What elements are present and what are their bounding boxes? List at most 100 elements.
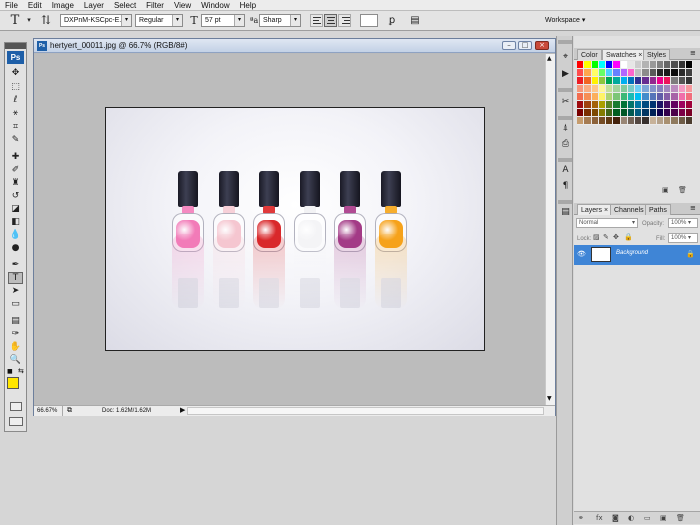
trash-icon[interactable]: 🗑 — [676, 514, 685, 522]
eyedropper-tool-icon[interactable]: ✑ — [8, 328, 23, 340]
swatch[interactable] — [664, 61, 672, 69]
swatch[interactable] — [591, 77, 599, 85]
swatch[interactable] — [591, 109, 599, 117]
tool-presets-icon[interactable]: ✂ — [559, 96, 572, 108]
swatch[interactable] — [664, 101, 672, 109]
swatch[interactable] — [613, 85, 621, 93]
brush-tool-icon[interactable]: ✐ — [8, 164, 23, 176]
gradient-tool-icon[interactable]: ◧ — [8, 216, 23, 228]
hand-tool-icon[interactable]: ✋ — [8, 341, 23, 353]
swatch[interactable] — [598, 109, 606, 117]
layer-name[interactable]: Background — [616, 250, 648, 256]
link-layers-icon[interactable]: ⚭ — [578, 514, 584, 522]
swatch[interactable] — [642, 77, 650, 85]
photoshop-logo[interactable]: Ps — [7, 51, 24, 64]
swatch[interactable] — [584, 61, 592, 69]
tab-color[interactable]: Color — [577, 49, 602, 60]
swatch[interactable] — [656, 93, 664, 101]
lock-all-icon[interactable]: 🔒 — [624, 234, 633, 242]
menu-filter[interactable]: Filter — [141, 0, 169, 11]
panel-menu-icon[interactable]: ≡ — [690, 49, 696, 57]
swatch[interactable] — [584, 77, 592, 85]
swatch[interactable] — [642, 69, 650, 77]
blur-tool-icon[interactable]: 💧 — [8, 229, 23, 241]
close-icon[interactable]: × — [535, 41, 549, 50]
swatch[interactable] — [656, 69, 664, 77]
swatch[interactable] — [577, 93, 585, 101]
swatch[interactable] — [584, 85, 592, 93]
swatch[interactable] — [685, 77, 693, 85]
text-orientation-icon[interactable]: ⇅ — [40, 14, 52, 27]
foreground-color-swatch[interactable] — [7, 377, 19, 389]
lock-transparent-icon[interactable]: ▨ — [593, 234, 600, 242]
swatch[interactable] — [620, 85, 628, 93]
lock-image-icon[interactable]: ✎ — [603, 234, 609, 242]
menu-help[interactable]: Help — [235, 0, 261, 11]
navigator-icon[interactable]: ⌖ — [559, 51, 572, 63]
healing-brush-tool-icon[interactable]: ✚ — [8, 151, 23, 163]
swatch[interactable] — [642, 93, 650, 101]
swatch[interactable] — [685, 69, 693, 77]
swatch[interactable] — [627, 61, 635, 69]
tab-channels[interactable]: Channels — [610, 204, 648, 215]
dock-grip[interactable] — [558, 88, 572, 92]
swatch[interactable] — [642, 101, 650, 109]
swatch[interactable] — [584, 117, 592, 125]
swatch[interactable] — [678, 109, 686, 117]
vertical-scrollbar[interactable]: ▲ ▼ — [545, 54, 555, 405]
minimize-icon[interactable]: – — [502, 41, 516, 50]
swatch[interactable] — [577, 85, 585, 93]
swatch[interactable] — [620, 77, 628, 85]
swatch[interactable] — [656, 61, 664, 69]
swatch[interactable] — [613, 101, 621, 109]
magic-wand-tool-icon[interactable]: ⚹ — [8, 107, 23, 119]
dock-grip[interactable] — [558, 158, 572, 162]
swatch[interactable] — [613, 61, 621, 69]
eraser-tool-icon[interactable]: ◪ — [8, 203, 23, 215]
history-brush-tool-icon[interactable]: ↺ — [8, 190, 23, 202]
swatch[interactable] — [591, 93, 599, 101]
swatch[interactable] — [664, 93, 672, 101]
tab-styles[interactable]: Styles — [643, 49, 671, 60]
swatch[interactable] — [635, 77, 643, 85]
zoom-level[interactable]: 66.67% — [37, 406, 63, 416]
swatch[interactable] — [671, 77, 679, 85]
swatch[interactable] — [678, 101, 686, 109]
swatch[interactable] — [671, 69, 679, 77]
type-tool-icon[interactable]: T — [7, 14, 23, 27]
warp-text-icon[interactable]: ꝑ — [386, 14, 398, 27]
swatch[interactable] — [649, 101, 657, 109]
swatch[interactable] — [671, 61, 679, 69]
swatch[interactable] — [577, 109, 585, 117]
swatch[interactable] — [635, 109, 643, 117]
swatch[interactable] — [598, 85, 606, 93]
swatch[interactable] — [598, 117, 606, 125]
menu-file[interactable]: File — [0, 0, 23, 11]
swatch[interactable] — [591, 117, 599, 125]
new-group-icon[interactable]: ▭ — [644, 514, 651, 522]
swatch[interactable] — [635, 85, 643, 93]
swatch[interactable] — [671, 109, 679, 117]
swatch[interactable] — [678, 117, 686, 125]
swatch[interactable] — [627, 77, 635, 85]
crop-tool-icon[interactable]: ⌗ — [8, 121, 23, 133]
lock-position-icon[interactable]: ✥ — [613, 234, 619, 242]
swatch[interactable] — [649, 77, 657, 85]
document-titlebar[interactable]: Ps hertyert_00011.jpg @ 66.7% (RGB/8#) –… — [34, 39, 555, 53]
scroll-down-icon[interactable]: ▼ — [547, 395, 552, 402]
swatch[interactable] — [620, 93, 628, 101]
clone-stamp-tool-icon[interactable]: ♜ — [8, 177, 23, 189]
move-tool-icon[interactable]: ✥ — [8, 67, 23, 79]
swatch[interactable] — [656, 117, 664, 125]
swatch[interactable] — [656, 109, 664, 117]
swatch[interactable] — [656, 101, 664, 109]
swatch[interactable] — [591, 61, 599, 69]
swatch[interactable] — [598, 101, 606, 109]
swatch[interactable] — [627, 85, 635, 93]
pen-tool-icon[interactable]: ✒ — [8, 259, 23, 271]
swatch[interactable] — [613, 77, 621, 85]
menu-image[interactable]: Image — [47, 0, 79, 11]
rectangle-tool-icon[interactable]: ▭ — [8, 298, 23, 310]
swatch[interactable] — [591, 85, 599, 93]
swatch[interactable] — [606, 109, 614, 117]
